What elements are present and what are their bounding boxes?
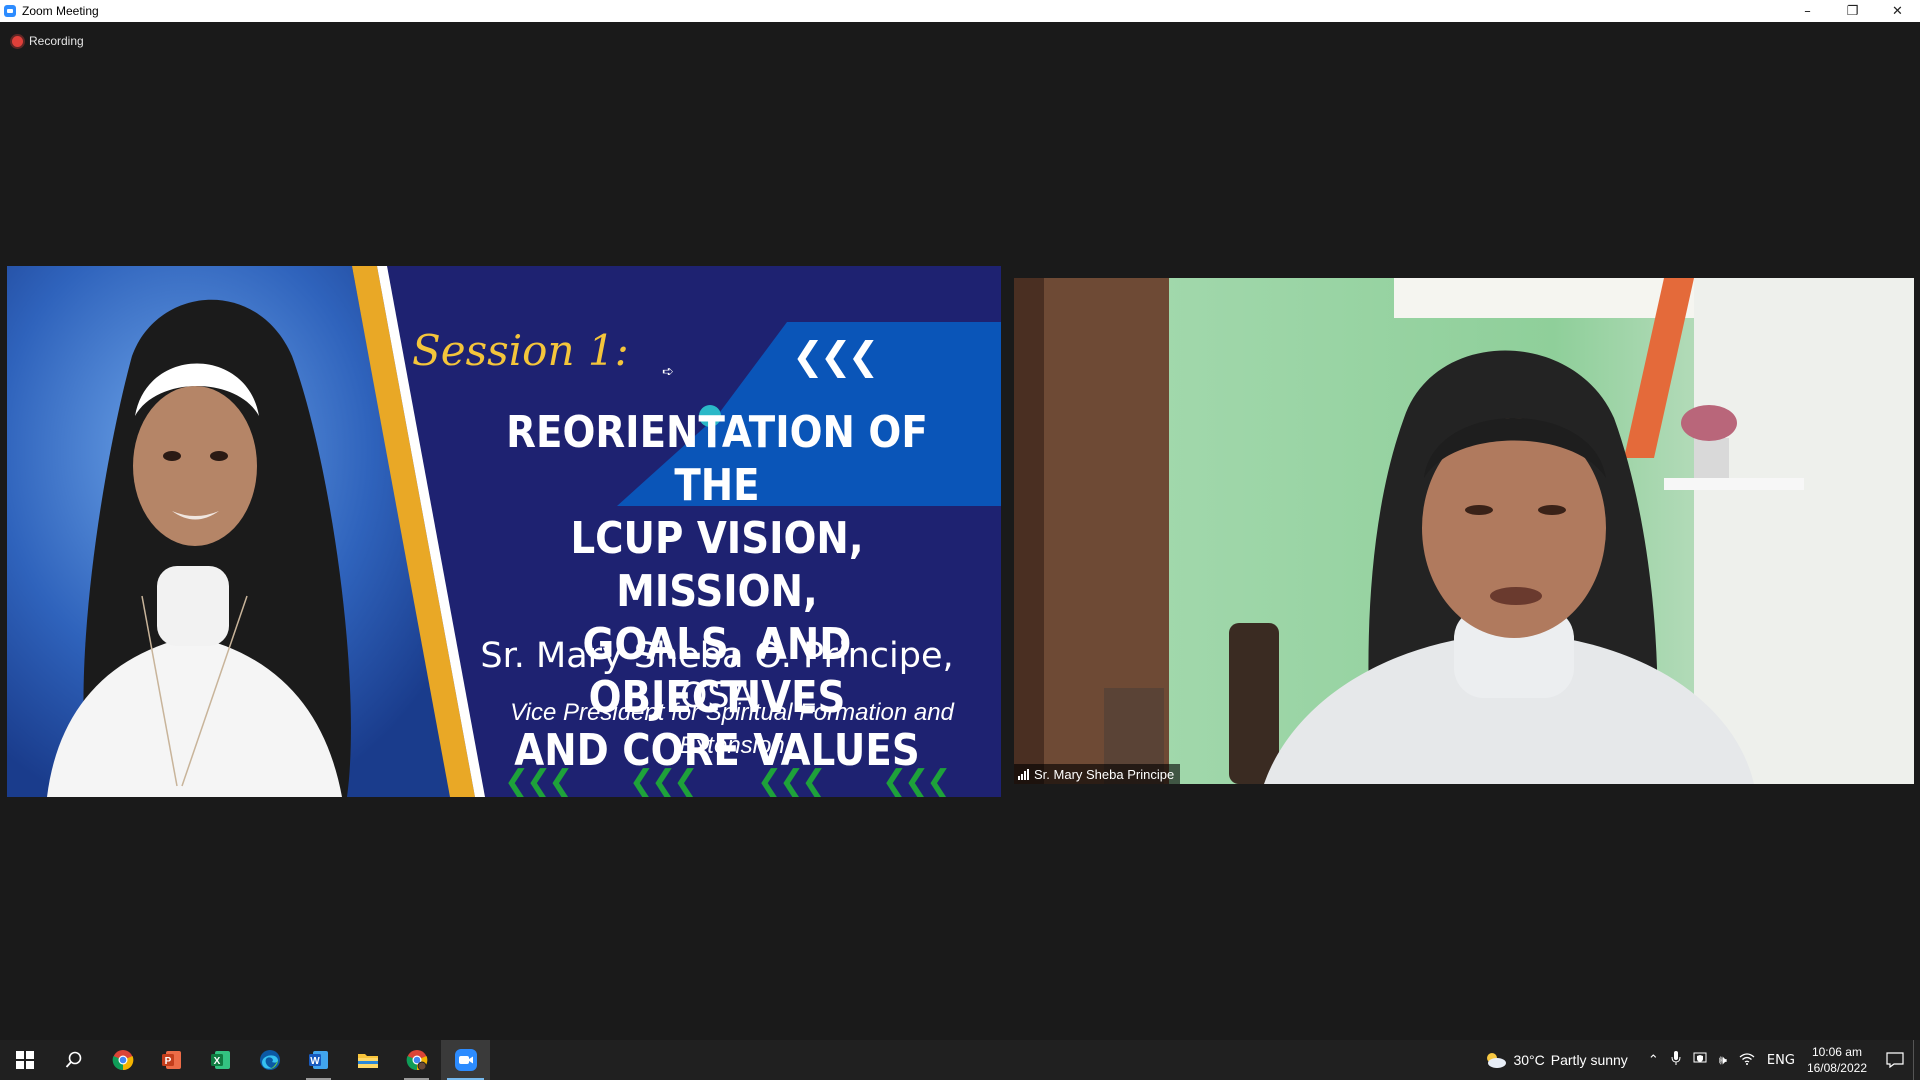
restore-button[interactable]: ❐	[1830, 0, 1875, 22]
windows-taskbar: P X W 30°C Partly sunny ⌃ 🕪 ENG 10:06 am…	[0, 1040, 1920, 1080]
file-explorer-icon[interactable]	[343, 1040, 392, 1080]
security-icon[interactable]	[1693, 1051, 1707, 1069]
close-button[interactable]: ✕	[1875, 0, 1920, 22]
video-frame	[1014, 278, 1914, 784]
show-desktop-button[interactable]	[1913, 1040, 1920, 1080]
word-icon[interactable]: W	[294, 1040, 343, 1080]
signal-bars-icon	[1018, 768, 1029, 780]
weather-temp: 30°C	[1513, 1052, 1545, 1068]
title-line: LCUP VISION, MISSION,	[570, 513, 864, 617]
session-label: Session 1:	[412, 326, 629, 375]
svg-text:X: X	[213, 1056, 220, 1067]
edge-icon[interactable]	[245, 1040, 294, 1080]
recording-indicator[interactable]: Recording	[12, 34, 84, 48]
notifications-icon[interactable]	[1877, 1052, 1913, 1068]
wifi-icon[interactable]	[1739, 1052, 1755, 1069]
powerpoint-icon[interactable]: P	[147, 1040, 196, 1080]
start-icon[interactable]	[0, 1040, 49, 1080]
clock[interactable]: 10:06 am 16/08/2022	[1807, 1044, 1867, 1076]
minimize-button[interactable]: –	[1785, 0, 1830, 22]
title-line: REORIENTATION OF THE	[506, 407, 928, 511]
svg-text:P: P	[164, 1056, 171, 1067]
recording-dot-icon	[12, 35, 23, 47]
participant-name: Sr. Mary Sheba Principe	[1034, 766, 1175, 782]
bottom-chevrons-icon: ❮❮❮	[629, 764, 698, 797]
show-hidden-icons-chevron-icon[interactable]: ⌃	[1648, 1053, 1659, 1068]
bottom-chevrons-icon: ❮❮❮	[757, 764, 826, 797]
window-title: Zoom Meeting	[22, 4, 99, 18]
top-chevrons-icon: ❮❮❮	[792, 334, 880, 378]
chrome-icon[interactable]	[98, 1040, 147, 1080]
window-controls: – ❐ ✕	[1785, 0, 1920, 22]
clock-time: 10:06 am	[1811, 1045, 1862, 1059]
microphone-icon[interactable]	[1671, 1051, 1681, 1069]
search-icon[interactable]	[49, 1040, 98, 1080]
shared-slide: ➪ Session 1: ❮❮❮ REORIENTATION OF THE LC…	[7, 266, 1001, 797]
clock-date: 16/08/2022	[1806, 1061, 1867, 1075]
speaker-role: Vice President for Spiritual Formation a…	[510, 699, 954, 759]
chrome-profile-icon[interactable]	[392, 1040, 441, 1080]
weather-condition: Partly sunny	[1550, 1052, 1628, 1068]
zoom-icon[interactable]	[441, 1040, 490, 1080]
window-titlebar: Zoom Meeting – ❐ ✕	[0, 0, 1920, 22]
svg-text:W: W	[310, 1056, 320, 1067]
system-tray: 30°C Partly sunny ⌃ 🕪 ENG 10:06 am 16/08…	[1483, 1040, 1920, 1080]
language-indicator[interactable]: ENG	[1767, 1053, 1795, 1068]
zoom-app-icon	[4, 5, 16, 17]
weather-widget[interactable]: 30°C Partly sunny	[1483, 1051, 1628, 1069]
participant-video[interactable]	[1014, 278, 1914, 784]
recording-label: Recording	[29, 34, 84, 48]
bottom-chevrons-icon: ❮❮❮	[882, 764, 951, 797]
volume-icon[interactable]: 🕪	[1719, 1053, 1727, 1068]
mouse-cursor-icon: ➪	[662, 364, 674, 380]
excel-icon[interactable]: X	[196, 1040, 245, 1080]
bottom-chevrons-icon: ❮❮❮	[504, 764, 573, 797]
partly-sunny-icon	[1487, 1053, 1507, 1068]
participant-name-tag: Sr. Mary Sheba Principe	[1014, 764, 1181, 784]
